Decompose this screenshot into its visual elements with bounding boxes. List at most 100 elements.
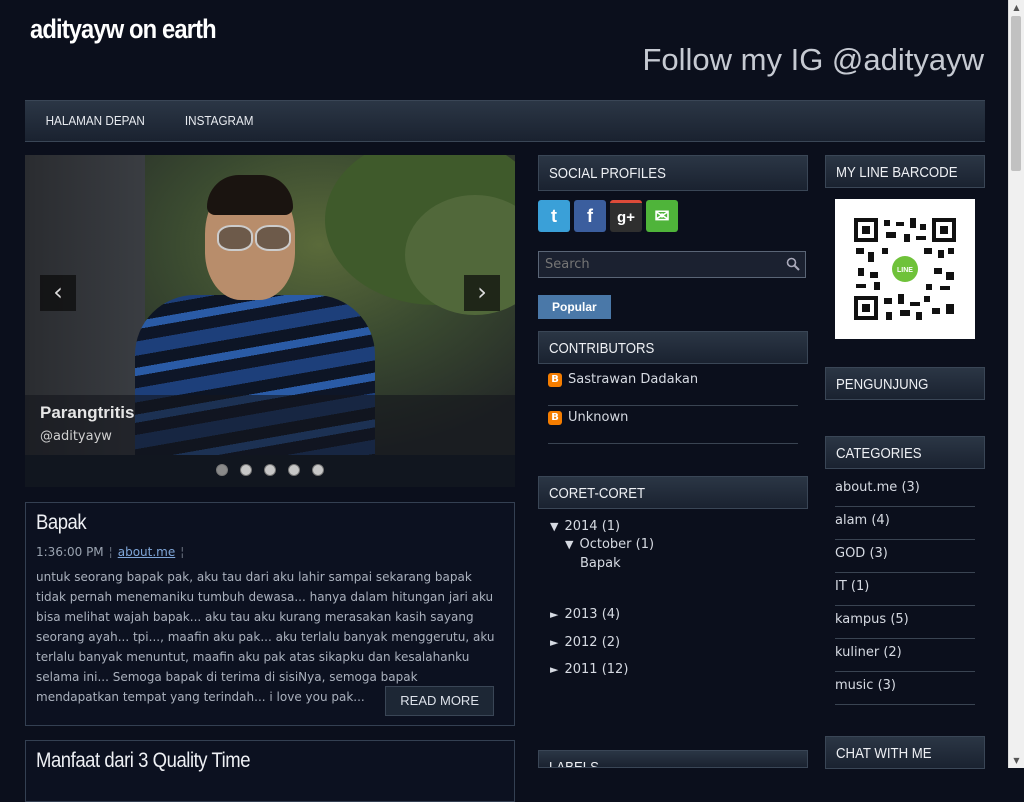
archive-year-count: (2) (601, 635, 621, 650)
archive-year-label[interactable]: 2014 (564, 519, 597, 534)
blog-title[interactable]: adityayw on earth (30, 14, 217, 45)
facebook-icon[interactable]: f (574, 200, 606, 232)
category-count: (2) (883, 645, 902, 660)
slider-dot-4[interactable] (288, 464, 301, 476)
category-count: (4) (871, 513, 890, 528)
slider-dot-3[interactable] (264, 464, 276, 476)
contributor-name[interactable]: Unknown (568, 410, 628, 425)
expand-triangle-icon[interactable]: ► (550, 636, 558, 649)
scroll-up-icon[interactable]: ▲ (1009, 0, 1024, 15)
post-label-link[interactable]: about.me (118, 545, 176, 559)
contributors-title: CONTRIBUTORS (538, 331, 808, 364)
email-icon[interactable]: ✉ (646, 200, 678, 232)
category-item[interactable]: IT (1) (835, 572, 975, 606)
line-qr-code-image: LINE (835, 199, 975, 339)
archive-post-link[interactable]: Bapak (580, 556, 621, 571)
slider-prev-button[interactable]: ‹ (40, 275, 76, 311)
search-icon[interactable] (786, 257, 800, 271)
slider-dot-1[interactable] (215, 464, 228, 476)
category-link[interactable]: IT (835, 579, 847, 594)
archive-year-2012[interactable]: ► 2012 (2) (550, 635, 620, 650)
category-item[interactable]: music (3) (835, 671, 975, 705)
archive-year-2013[interactable]: ► 2013 (4) (550, 607, 620, 622)
post-title[interactable]: Bapak (36, 511, 87, 535)
contributor-item[interactable]: B Unknown (548, 405, 798, 444)
collapse-triangle-icon[interactable]: ▼ (565, 538, 573, 551)
slider-dot-5[interactable] (312, 464, 325, 476)
archive-month-october[interactable]: ▼ October (1) (565, 537, 654, 552)
category-link[interactable]: alam (835, 513, 867, 528)
nav-item-instagram[interactable]: INSTAGRAM (172, 101, 269, 141)
category-item[interactable]: kuliner (2) (835, 638, 975, 672)
nav-bar: HALAMAN DEPAN INSTAGRAM (25, 100, 985, 142)
archive-title: CORET-CORET (538, 476, 808, 509)
archive-year-label[interactable]: 2013 (564, 607, 597, 622)
archive-month-count: (1) (635, 537, 655, 552)
archive-year-count: (1) (601, 519, 621, 534)
google-plus-icon[interactable]: g+ (610, 200, 642, 232)
archive-year-count: (4) (601, 607, 621, 622)
slide-image[interactable]: Parangtritis @adityayw (25, 155, 515, 455)
blogger-icon: B (548, 373, 562, 387)
nav-item-halaman-depan[interactable]: HALAMAN DEPAN (32, 101, 159, 141)
pengunjung-title: PENGUNJUNG (825, 367, 985, 400)
post-title[interactable]: Manfaat dari 3 Quality Time (36, 749, 251, 773)
image-slider: Parangtritis @adityayw ‹ › (25, 155, 515, 487)
category-item[interactable]: alam (4) (835, 506, 975, 540)
page-scrollbar[interactable]: ▲ ▼ (1008, 0, 1024, 768)
category-count: (1) (850, 579, 870, 594)
read-more-button[interactable]: READ MORE (385, 686, 494, 716)
category-link[interactable]: kampus (835, 612, 886, 627)
qr-code-icon: LINE (854, 218, 956, 320)
post-card: Bapak 1:36:00 PM ¦ about.me ¦ untuk seorang… (25, 502, 515, 726)
scrollbar-thumb[interactable] (1011, 16, 1021, 171)
blogger-icon: B (548, 411, 562, 425)
category-link[interactable]: music (835, 678, 873, 693)
twitter-icon[interactable]: t (538, 200, 570, 232)
category-link[interactable]: kuliner (835, 645, 879, 660)
chat-title: CHAT WITH ME (825, 736, 985, 769)
archive-year-2011[interactable]: ► 2011 (12) (550, 662, 628, 677)
category-item[interactable]: about.me (3) (835, 473, 975, 507)
line-barcode-title: MY LINE BARCODE (825, 155, 985, 188)
slide-caption-title[interactable]: Parangtritis (40, 403, 134, 423)
archive-year-label[interactable]: 2011 (564, 662, 597, 677)
post-time: 1:36:00 PM (36, 545, 104, 559)
sunglasses (217, 225, 291, 251)
collapse-triangle-icon[interactable]: ▼ (550, 520, 558, 533)
header-tagline: Follow my IG @adityayw (642, 42, 984, 77)
slider-dots (25, 464, 515, 480)
category-link[interactable]: GOD (835, 546, 865, 561)
category-count: (3) (877, 678, 896, 693)
category-count: (3) (869, 546, 888, 561)
social-icons: t f g+ ✉ (538, 200, 682, 232)
category-item[interactable]: kampus (5) (835, 605, 975, 639)
archive-year-count: (12) (601, 662, 629, 677)
svg-text:LINE: LINE (897, 267, 913, 274)
archive-year-2014[interactable]: ▼ 2014 (1) (550, 519, 620, 534)
popular-tab[interactable]: Popular (538, 295, 611, 319)
category-count: (3) (901, 480, 920, 495)
categories-title: CATEGORIES (825, 436, 985, 469)
post-meta: 1:36:00 PM ¦ about.me ¦ (36, 545, 185, 559)
post-card: Manfaat dari 3 Quality Time (25, 740, 515, 802)
scroll-down-icon[interactable]: ▼ (1009, 753, 1024, 768)
category-item[interactable]: GOD (3) (835, 539, 975, 573)
social-profiles-title: SOCIAL PROFILES (538, 155, 808, 191)
expand-triangle-icon[interactable]: ► (550, 608, 558, 621)
search-box (538, 251, 806, 278)
person-hair (207, 175, 293, 215)
search-input[interactable] (539, 252, 781, 277)
slide-caption-subtitle: @adityayw (40, 429, 112, 444)
archive-year-label[interactable]: 2012 (564, 635, 597, 650)
slider-next-button[interactable]: › (464, 275, 500, 311)
slide-caption: Parangtritis @adityayw (25, 395, 515, 455)
contributor-name[interactable]: Sastrawan Dadakan (568, 372, 698, 387)
archive-month-label[interactable]: October (579, 537, 631, 552)
contributor-item[interactable]: B Sastrawan Dadakan (548, 367, 798, 406)
category-count: (5) (890, 612, 909, 627)
expand-triangle-icon[interactable]: ► (550, 663, 558, 676)
labels-title: LABELS (538, 750, 808, 768)
category-link[interactable]: about.me (835, 480, 897, 495)
slider-dot-2[interactable] (239, 464, 252, 476)
